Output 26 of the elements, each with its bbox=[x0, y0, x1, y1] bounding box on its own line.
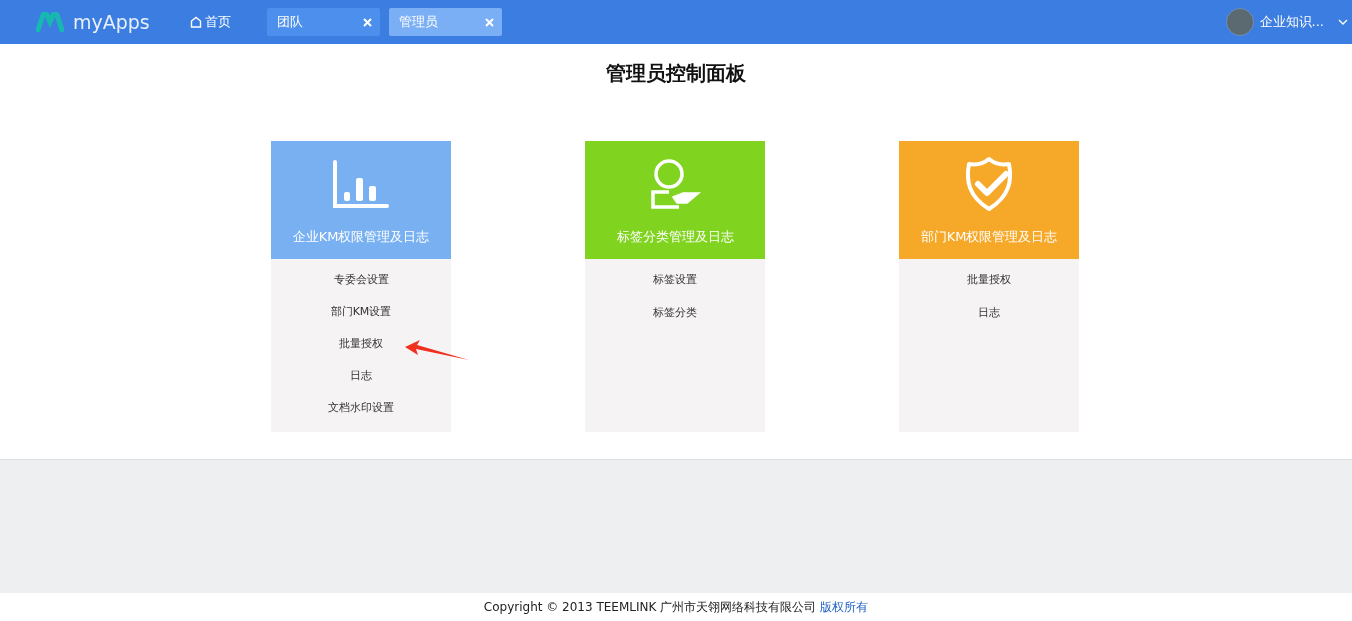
page-title: 管理员控制面板 bbox=[605, 60, 747, 87]
menu-link[interactable]: 批量授权 bbox=[967, 273, 1011, 286]
copyright-link[interactable]: 版权所有 bbox=[820, 598, 869, 616]
chevron-down-icon bbox=[1338, 19, 1348, 25]
home-icon bbox=[190, 16, 202, 28]
close-icon[interactable] bbox=[363, 17, 372, 27]
card-title: 部门KM权限管理及日志 bbox=[920, 228, 1058, 246]
copyright-text: Copyright © 2013 TEEMLINK 广州市天翎网络科技有限公司 bbox=[483, 598, 817, 616]
menu-link[interactable]: 部门KM设置 bbox=[330, 305, 392, 318]
menu-link[interactable]: 标签设置 bbox=[653, 273, 697, 286]
menu-link[interactable]: 日志 bbox=[350, 369, 372, 382]
menu-link[interactable]: 日志 bbox=[978, 306, 1000, 319]
menu-link[interactable]: 标签分类 bbox=[653, 306, 697, 319]
user-menu[interactable]: 企业知识... bbox=[1225, 0, 1352, 44]
card-title: 企业KM权限管理及日志 bbox=[292, 228, 430, 246]
avatar bbox=[1225, 8, 1254, 36]
home-link[interactable]: 首页 bbox=[190, 13, 231, 31]
app-logo-text: myApps bbox=[73, 11, 150, 33]
menu-link[interactable]: 专委会设置 bbox=[333, 273, 389, 286]
logo-icon bbox=[36, 12, 64, 32]
bar-chart-icon bbox=[332, 159, 390, 209]
menu-link[interactable]: 批量授权 bbox=[339, 337, 383, 350]
card-title: 标签分类管理及日志 bbox=[616, 228, 734, 246]
menu-link[interactable]: 文档水印设置 bbox=[328, 401, 394, 414]
close-icon[interactable] bbox=[485, 17, 494, 27]
shield-check-icon bbox=[963, 156, 1015, 212]
